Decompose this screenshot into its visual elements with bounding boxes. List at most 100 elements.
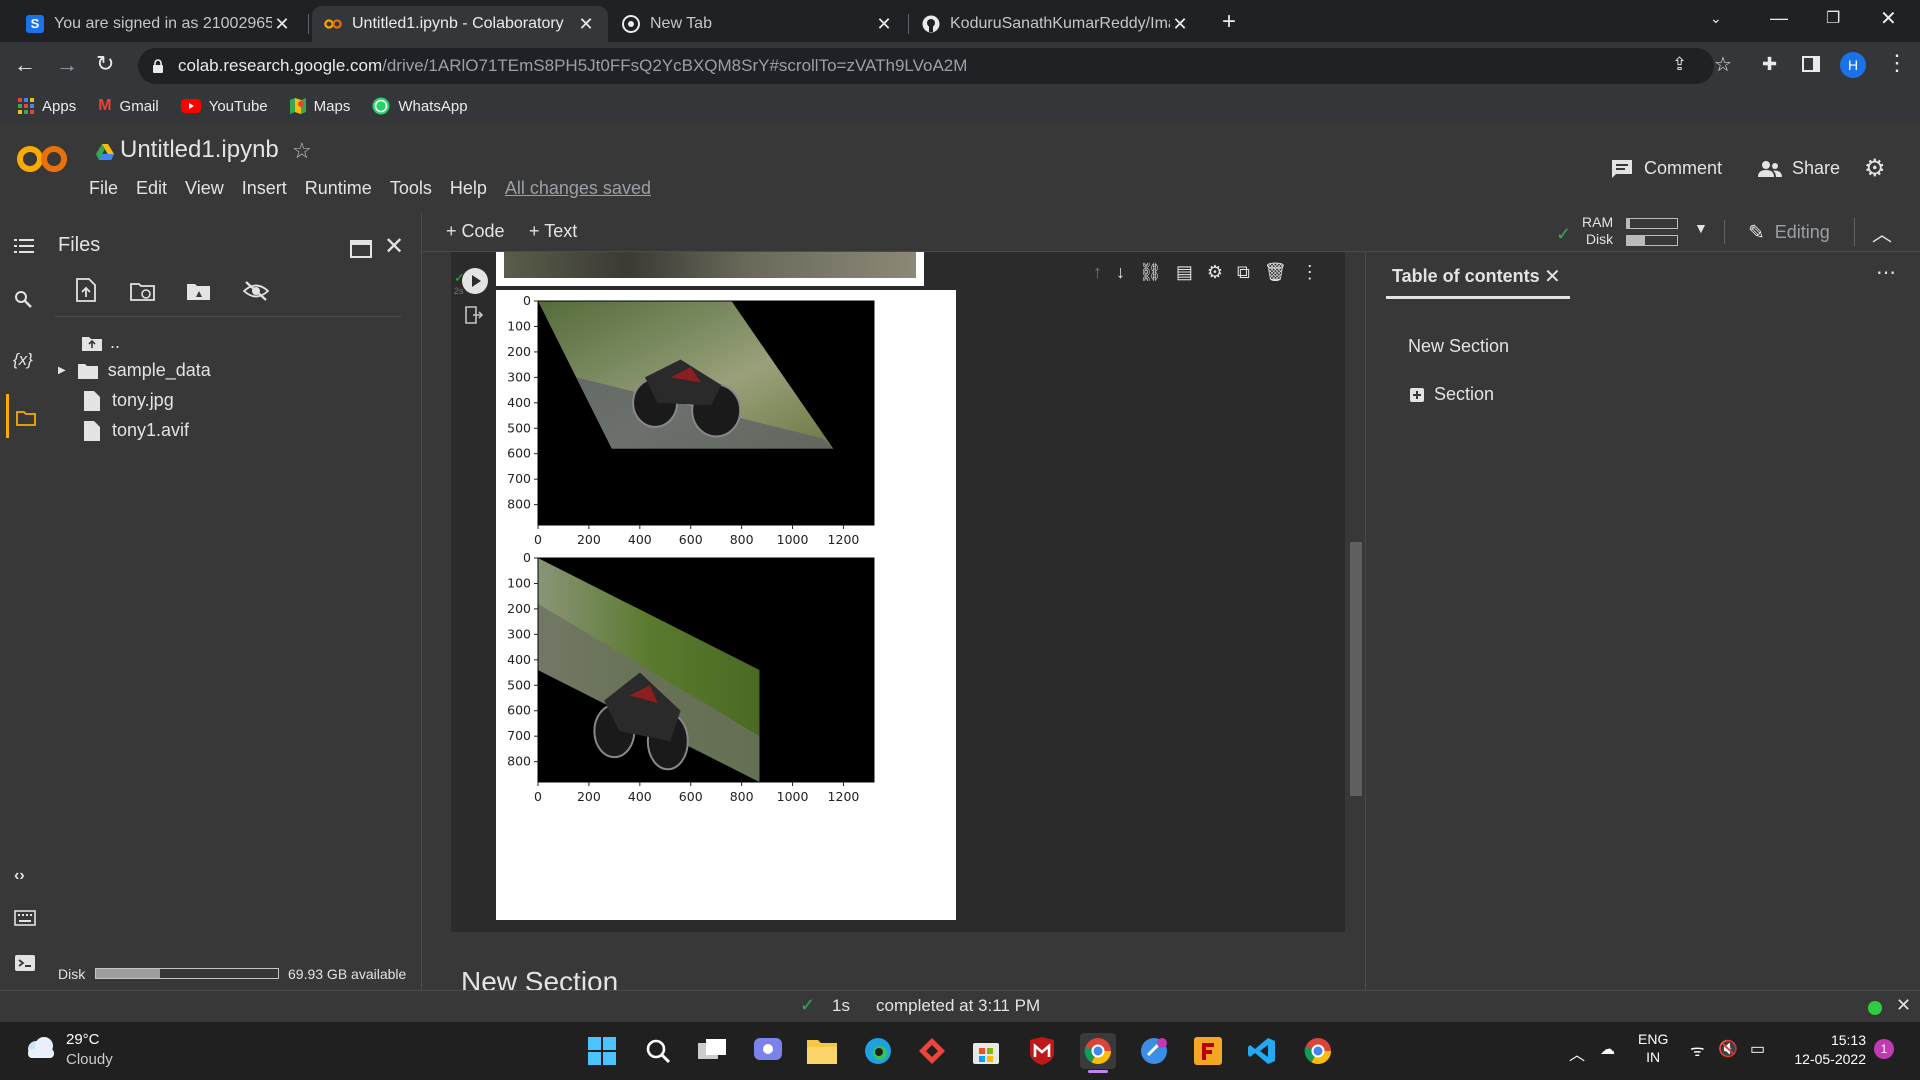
link-icon[interactable]: ⛓ bbox=[1139, 262, 1162, 283]
resources-indicator[interactable]: RAM Disk bbox=[1582, 214, 1613, 248]
close-tab-icon[interactable]: ✕ bbox=[272, 14, 292, 35]
upload-file-icon[interactable] bbox=[76, 278, 96, 302]
close-toc-icon[interactable]: ✕ bbox=[1544, 264, 1561, 289]
colab-logo-icon[interactable] bbox=[16, 144, 70, 174]
file-parent-dir[interactable]: .. bbox=[82, 332, 120, 353]
new-tab-button[interactable]: + bbox=[1222, 8, 1236, 36]
close-status-icon[interactable]: ✕ bbox=[1896, 995, 1911, 1016]
browser-tab[interactable]: New Tab ✕ bbox=[610, 6, 906, 42]
weather-condition[interactable]: Cloudy bbox=[66, 1051, 113, 1068]
notebook-scrollbar[interactable] bbox=[1350, 542, 1362, 796]
reload-icon[interactable]: ↻ bbox=[96, 51, 114, 77]
extensions-icon[interactable]: ✚ bbox=[1762, 54, 1777, 75]
chrome-profile-icon[interactable] bbox=[1300, 1033, 1336, 1069]
search-icon[interactable] bbox=[14, 290, 32, 308]
toc-item[interactable]: New Section bbox=[1408, 336, 1509, 357]
expand-arrow-icon[interactable]: ▶ bbox=[58, 365, 66, 376]
bookmark-maps[interactable]: Maps bbox=[289, 98, 350, 115]
chrome-menu-icon[interactable]: ⋮ bbox=[1886, 50, 1908, 76]
back-icon[interactable]: ← bbox=[14, 52, 36, 78]
code-snippets-icon[interactable]: ‹› bbox=[14, 867, 25, 885]
share-page-icon[interactable]: ⇪ bbox=[1672, 54, 1687, 75]
file-tony1-avif[interactable]: tony1.avif bbox=[84, 420, 189, 441]
expand-section-icon[interactable] bbox=[1410, 387, 1424, 402]
browser-tab[interactable]: S You are signed in as 21002965 ✕ bbox=[14, 6, 304, 42]
collapse-header-icon[interactable]: ︿ bbox=[1872, 218, 1892, 247]
restore-icon[interactable]: ❐ bbox=[1826, 8, 1840, 28]
hide-files-icon[interactable] bbox=[242, 280, 270, 302]
notification-badge[interactable]: 1 bbox=[1874, 1039, 1894, 1059]
minimize-icon[interactable]: — bbox=[1770, 8, 1788, 29]
mcafee-icon[interactable] bbox=[1024, 1033, 1060, 1069]
comment-button[interactable]: Comment bbox=[1612, 158, 1722, 179]
vscode-icon[interactable] bbox=[1244, 1033, 1280, 1069]
notebook-title[interactable]: Untitled1.ipynb bbox=[120, 136, 279, 164]
windows-start-icon[interactable] bbox=[584, 1033, 620, 1069]
file-tony-jpg[interactable]: tony.jpg bbox=[84, 390, 174, 411]
delete-cell-icon[interactable]: 🗑 bbox=[1264, 262, 1287, 283]
add-code-button[interactable]: + Code bbox=[446, 221, 505, 242]
runtime-dropdown-icon[interactable]: ▼ bbox=[1694, 220, 1708, 236]
show-hidden-icons[interactable]: ︿ bbox=[1569, 1041, 1585, 1065]
toc-more-icon[interactable]: ⋯ bbox=[1876, 260, 1897, 285]
weather-temperature[interactable]: 29°C bbox=[66, 1031, 100, 1048]
mirror-cell-icon[interactable]: ⧉ bbox=[1237, 262, 1250, 283]
language-indicator[interactable]: ENG IN bbox=[1638, 1030, 1668, 1066]
wifi-icon[interactable]: ᯤ bbox=[1690, 1039, 1705, 1061]
battery-icon[interactable]: ▭ bbox=[1750, 1039, 1765, 1059]
microsoft-store-icon[interactable] bbox=[968, 1033, 1004, 1069]
menu-view[interactable]: View bbox=[185, 178, 224, 199]
file-sample-data[interactable]: ▶ sample_data bbox=[58, 360, 211, 381]
close-window-icon[interactable]: ✕ bbox=[1880, 6, 1897, 31]
save-status-link[interactable]: All changes saved bbox=[505, 178, 651, 199]
close-tab-icon[interactable]: ✕ bbox=[874, 14, 894, 35]
menu-tools[interactable]: Tools bbox=[390, 178, 432, 199]
files-folder-icon[interactable] bbox=[16, 410, 36, 426]
menu-file[interactable]: File bbox=[89, 178, 118, 199]
anydesk-icon[interactable] bbox=[914, 1033, 950, 1069]
command-palette-icon[interactable] bbox=[14, 910, 36, 926]
menu-edit[interactable]: Edit bbox=[136, 178, 167, 199]
forward-icon[interactable]: → bbox=[56, 52, 78, 78]
bookmark-star-icon[interactable]: ☆ bbox=[1714, 52, 1732, 77]
menu-runtime[interactable]: Runtime bbox=[305, 178, 372, 199]
code-cell[interactable]: ✓ 2s ↑ ↓ ⛓ ▤ ⚙ ⧉ 🗑 ⋮ 0 200 400 600 800 1000 12… bbox=[451, 252, 1345, 932]
chrome-taskbar-icon[interactable] bbox=[1080, 1033, 1116, 1069]
bookmark-whatsapp[interactable]: WhatsApp bbox=[372, 97, 468, 115]
volume-muted-icon[interactable]: 🔇 bbox=[1718, 1039, 1738, 1059]
more-options-icon[interactable]: ⋮ bbox=[1301, 262, 1319, 283]
close-tab-icon[interactable]: ✕ bbox=[576, 14, 596, 35]
settings-gear-icon[interactable]: ⚙ bbox=[1864, 154, 1886, 183]
tab-search-icon[interactable]: ⌄ bbox=[1710, 10, 1722, 27]
output-menu-icon[interactable] bbox=[465, 306, 483, 324]
edge-browser-icon[interactable] bbox=[860, 1033, 896, 1069]
move-up-icon[interactable]: ↑ bbox=[1093, 262, 1102, 283]
comment-cell-icon[interactable]: ▤ bbox=[1176, 262, 1193, 283]
address-bar[interactable]: colab.research.google.com /drive/1ARlO71… bbox=[138, 48, 1714, 84]
editing-mode-button[interactable]: ✎ Editing bbox=[1748, 220, 1830, 245]
helper-app-icon[interactable] bbox=[1136, 1033, 1172, 1069]
taskbar-search-icon[interactable] bbox=[640, 1033, 676, 1069]
teams-chat-icon[interactable] bbox=[750, 1033, 786, 1069]
cell-settings-icon[interactable]: ⚙ bbox=[1207, 262, 1223, 283]
toc-tab-label[interactable]: Table of contents bbox=[1392, 266, 1540, 287]
browser-tab[interactable]: Untitled1.ipynb - Colaboratory ✕ bbox=[312, 6, 608, 42]
mount-drive-icon[interactable] bbox=[186, 282, 212, 302]
bookmark-gmail[interactable]: M Gmail bbox=[98, 97, 159, 115]
bookmark-youtube[interactable]: YouTube bbox=[180, 98, 268, 115]
close-panel-icon[interactable]: ✕ bbox=[384, 232, 404, 261]
run-cell-button[interactable] bbox=[462, 268, 488, 294]
profile-avatar[interactable]: H bbox=[1840, 52, 1866, 78]
move-down-icon[interactable]: ↓ bbox=[1116, 262, 1125, 283]
open-in-tab-icon[interactable] bbox=[350, 240, 372, 258]
bookmark-apps[interactable]: Apps bbox=[18, 98, 76, 115]
file-explorer-icon[interactable] bbox=[804, 1033, 840, 1069]
network-tray-icon[interactable]: ☁ bbox=[1600, 1040, 1615, 1058]
close-tab-icon[interactable]: ✕ bbox=[1170, 14, 1190, 35]
side-panel-icon[interactable] bbox=[1802, 56, 1820, 72]
table-of-contents-icon[interactable] bbox=[14, 238, 34, 254]
terminal-icon[interactable] bbox=[14, 954, 36, 972]
add-text-button[interactable]: + Text bbox=[529, 221, 577, 242]
toc-item-expandable[interactable]: Section bbox=[1410, 384, 1494, 405]
refresh-folder-icon[interactable] bbox=[130, 282, 156, 302]
